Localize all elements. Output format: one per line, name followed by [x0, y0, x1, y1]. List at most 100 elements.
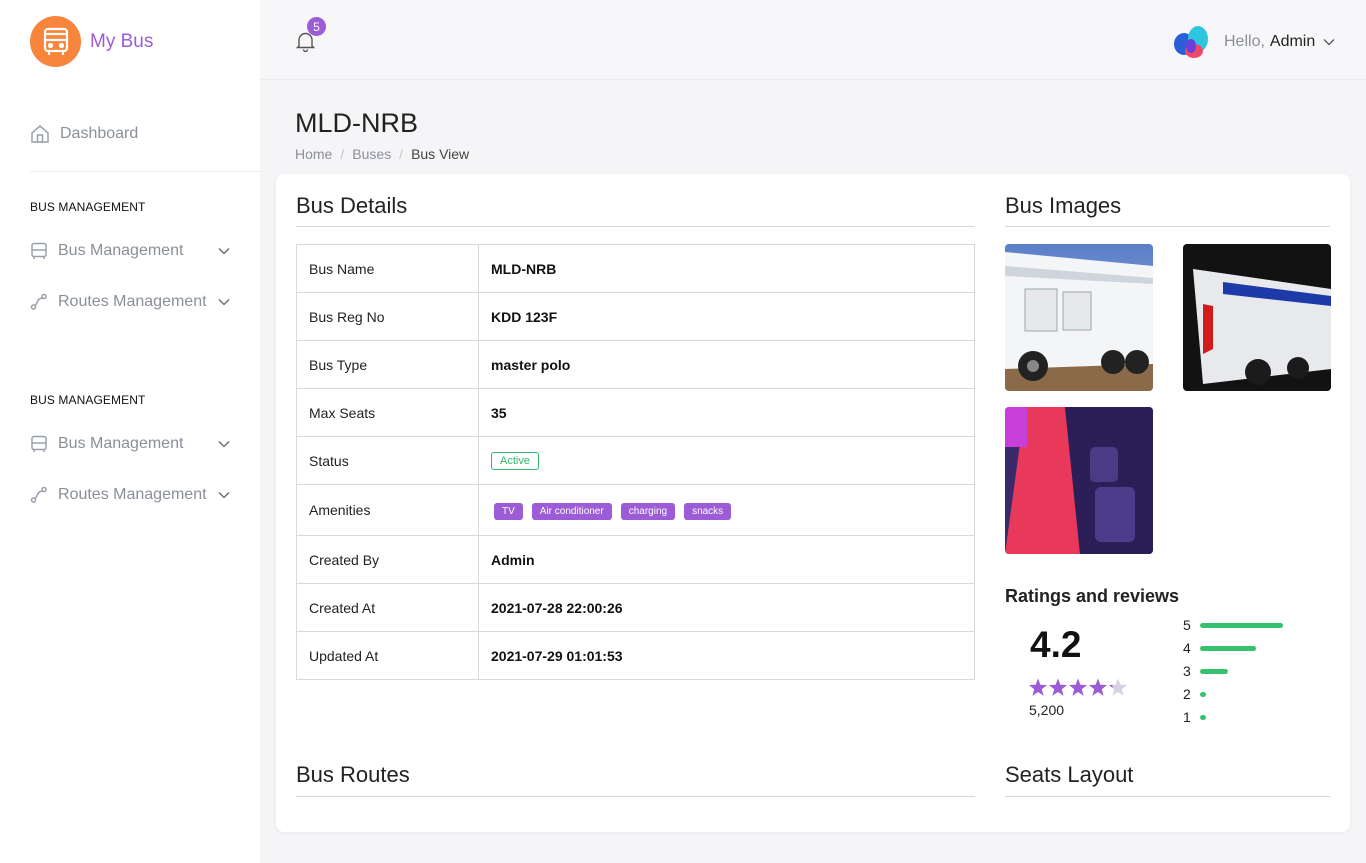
- sidebar: My Bus Dashboard BUS MANAGEMENT Bus Mana…: [0, 0, 260, 863]
- breadcrumb-buses[interactable]: Buses: [352, 146, 391, 162]
- bus-night-photo[interactable]: [1183, 244, 1331, 391]
- bus-icon: [30, 435, 50, 453]
- route-icon: [30, 486, 50, 504]
- detail-value: MLD-NRB: [478, 244, 975, 293]
- rating-bar-row: 3: [1183, 663, 1228, 679]
- amenity-tag: Air conditioner: [531, 502, 612, 520]
- route-icon: [30, 293, 50, 311]
- page-title: MLD-NRB: [295, 108, 419, 138]
- heading-divider: [296, 796, 975, 797]
- brand-logo[interactable]: My Bus: [30, 16, 153, 67]
- bus-images-heading: Bus Images: [1005, 193, 1122, 218]
- rating-bar-label: 5: [1183, 617, 1191, 633]
- sidebar-item-routes-management[interactable]: Routes Management: [30, 293, 230, 311]
- heading-divider: [1005, 226, 1330, 227]
- star-icon: [1108, 678, 1128, 696]
- bus-logo-icon: [30, 16, 81, 67]
- sidebar-item-label: Routes Management: [58, 293, 207, 310]
- detail-key: Max Seats: [296, 388, 479, 437]
- sidebar-item-routes-management[interactable]: Routes Management: [30, 486, 230, 504]
- detail-value: 2021-07-28 22:00:26: [478, 583, 975, 632]
- detail-value: master polo: [478, 340, 975, 389]
- detail-key: Bus Reg No: [296, 292, 479, 341]
- rating-bar: [1200, 668, 1228, 674]
- rating-bar-label: 4: [1183, 640, 1191, 656]
- home-icon: [31, 125, 49, 143]
- user-menu[interactable]: Hello, Admin: [1172, 24, 1335, 60]
- detail-value: 2021-07-29 01:01:53: [478, 631, 975, 680]
- breadcrumb-home[interactable]: Home: [295, 146, 332, 162]
- sidebar-item-label: Routes Management: [58, 486, 207, 503]
- breadcrumb-separator: /: [340, 146, 345, 162]
- table-row: Created At 2021-07-28 22:00:26: [296, 583, 975, 632]
- sidebar-item-dashboard[interactable]: Dashboard: [30, 124, 138, 144]
- table-row: Bus Type master polo: [296, 340, 975, 389]
- detail-key: Bus Type: [296, 340, 479, 389]
- avatar: [1174, 26, 1208, 58]
- table-row: Created By Admin: [296, 535, 975, 584]
- detail-value: KDD 123F: [478, 292, 975, 341]
- rating-bar: [1200, 691, 1206, 697]
- rating-bar-row: 5: [1183, 617, 1283, 633]
- star-icon: [1088, 678, 1108, 696]
- detail-key: Created By: [296, 535, 479, 584]
- rating-bar: [1200, 645, 1256, 651]
- heading-divider: [296, 226, 975, 227]
- star-rating: [1028, 677, 1128, 699]
- star-icon: [1048, 678, 1068, 696]
- table-row: Status Active: [296, 436, 975, 485]
- seats-layout-heading: Seats Layout: [1005, 762, 1134, 787]
- detail-key: Status: [296, 436, 479, 485]
- sidebar-section-heading: BUS MANAGEMENT: [30, 200, 146, 214]
- bus-interior-photo[interactable]: [1005, 407, 1153, 554]
- breadcrumb-separator: /: [399, 146, 404, 162]
- sidebar-divider: [30, 171, 260, 172]
- breadcrumb: Home / Buses / Bus View: [295, 146, 469, 162]
- bus-icon: [30, 242, 50, 260]
- notification-badge: 5: [307, 17, 326, 36]
- rating-score: 4.2: [1030, 624, 1082, 665]
- bus-details-heading: Bus Details: [296, 193, 408, 218]
- rating-bar-row: 1: [1183, 709, 1206, 725]
- amenity-tag: charging: [620, 502, 676, 520]
- table-row: Max Seats 35: [296, 388, 975, 437]
- rating-bar: [1200, 622, 1283, 628]
- sidebar-item-label: Bus Management: [58, 435, 184, 452]
- ratings-heading: Ratings and reviews: [1005, 586, 1180, 606]
- star-icon: [1028, 678, 1048, 696]
- amenity-tag: snacks: [684, 502, 732, 520]
- status-badge: Active: [491, 452, 539, 470]
- user-greeting: Hello,: [1224, 33, 1265, 50]
- detail-value: TV Air conditioner charging snacks: [478, 484, 975, 536]
- sidebar-section-heading: BUS MANAGEMENT: [30, 393, 146, 407]
- review-count: 5,200: [1029, 702, 1065, 718]
- rating-bar: [1200, 714, 1206, 720]
- chevron-down-icon: [1323, 39, 1335, 46]
- table-row: Bus Name MLD-NRB: [296, 244, 975, 293]
- detail-value: Admin: [478, 535, 975, 584]
- chevron-down-icon: [218, 299, 230, 306]
- sidebar-item-label: Dashboard: [60, 125, 139, 142]
- user-name: Admin: [1269, 33, 1316, 50]
- rating-bar-label: 2: [1183, 686, 1191, 702]
- amenity-tag: TV: [494, 502, 523, 520]
- star-icon: [1068, 678, 1088, 696]
- sidebar-item-bus-management[interactable]: Bus Management: [30, 435, 230, 453]
- brand-name: My Bus: [90, 30, 154, 52]
- chevron-down-icon: [218, 441, 230, 448]
- sidebar-item-bus-management[interactable]: Bus Management: [30, 242, 230, 260]
- rating-bar-row: 2: [1183, 686, 1206, 702]
- sidebar-item-label: Bus Management: [58, 242, 184, 259]
- detail-value: Active: [478, 436, 975, 485]
- detail-key: Bus Name: [296, 244, 479, 293]
- chevron-down-icon: [218, 492, 230, 499]
- bus-exterior-photo[interactable]: [1005, 244, 1153, 391]
- bus-routes-heading: Bus Routes: [296, 762, 410, 787]
- heading-divider: [1005, 796, 1330, 797]
- table-row: Updated At 2021-07-29 01:01:53: [296, 631, 975, 680]
- bus-details-table: Bus Name MLD-NRB Bus Reg No KDD 123F Bus T…: [296, 244, 975, 680]
- detail-value: 35: [478, 388, 975, 437]
- detail-key: Amenities: [296, 484, 479, 536]
- rating-bar-label: 1: [1183, 709, 1191, 725]
- chevron-down-icon: [218, 248, 230, 255]
